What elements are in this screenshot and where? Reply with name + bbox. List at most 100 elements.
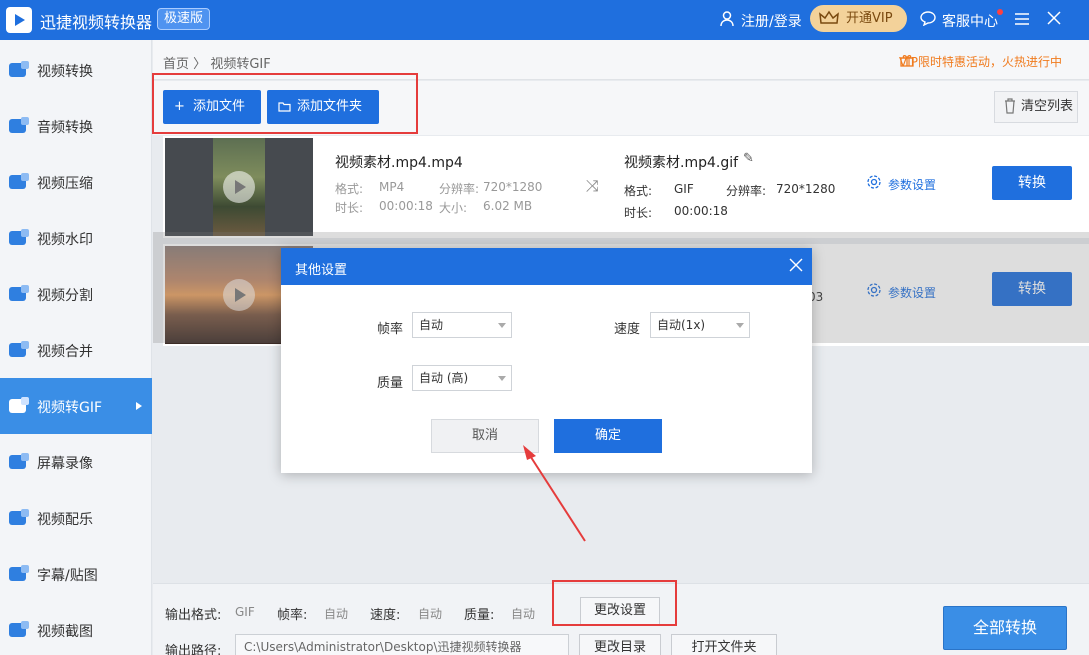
highlight-box bbox=[552, 580, 677, 626]
change-directory-button[interactable]: 更改目录 bbox=[579, 634, 661, 655]
confirm-button[interactable]: 确定 bbox=[554, 419, 662, 453]
crown-icon bbox=[819, 10, 839, 24]
service-center-link[interactable]: 客服中心 bbox=[942, 11, 998, 31]
play-icon[interactable] bbox=[223, 171, 255, 203]
output-resolution: 720*1280 bbox=[776, 182, 836, 196]
sidebar-item[interactable]: 视频转GIF bbox=[0, 378, 152, 434]
chevron-down-icon bbox=[498, 376, 506, 381]
subtitle-sticker-icon bbox=[8, 564, 30, 584]
output-filename: 视频素材.mp4.gif bbox=[624, 155, 739, 171]
edition-badge: 极速版 bbox=[157, 8, 211, 30]
sidebar-item-label: 视频截图 bbox=[37, 624, 93, 640]
sidebar-item[interactable]: 视频截图 bbox=[0, 602, 152, 655]
menu-icon[interactable] bbox=[1014, 12, 1030, 26]
quality-select[interactable]: 自动 (高) bbox=[412, 365, 512, 391]
dialog-header: 其他设置 bbox=[281, 248, 812, 285]
convert-all-button[interactable]: 全部转换 bbox=[943, 606, 1067, 650]
fps-label: 帧率: bbox=[277, 608, 308, 623]
other-settings-dialog: 其他设置 帧率 自动 速度 自动(1x) 质量 自动 (高) 取消 确定 bbox=[281, 248, 812, 473]
source-resolution: 720*1280 bbox=[483, 180, 543, 194]
video-split-icon bbox=[8, 284, 30, 304]
chevron-right-icon bbox=[136, 402, 142, 410]
breadcrumb: 首页 〉 视频转GIF bbox=[163, 53, 271, 72]
fps-select[interactable]: 自动 bbox=[412, 312, 512, 338]
sidebar-item-label: 字幕/贴图 bbox=[37, 568, 98, 584]
fps-value: 自动 bbox=[324, 607, 349, 621]
output-duration: 00:00:18 bbox=[674, 204, 728, 218]
open-folder-button[interactable]: 打开文件夹 bbox=[671, 634, 777, 655]
sidebar-item-label: 视频转换 bbox=[37, 64, 93, 80]
sidebar: 视频转换音频转换视频压缩视频水印视频分割视频合并视频转GIF 屏幕录像视频配乐字幕… bbox=[0, 40, 152, 655]
sidebar-item-label: 视频转GIF bbox=[37, 400, 103, 416]
chat-icon[interactable] bbox=[920, 11, 936, 26]
video-gif-icon bbox=[8, 396, 30, 416]
clear-list-button[interactable]: 清空列表 bbox=[994, 91, 1078, 123]
source-duration-label: 时长: bbox=[335, 201, 364, 215]
chevron-down-icon bbox=[498, 323, 506, 328]
title-bar: 迅捷视频转换器 极速版 注册/登录 开通VIP 客服中心 bbox=[0, 0, 1089, 40]
param-settings-label: 参数设置 bbox=[888, 178, 937, 192]
video-convert-icon bbox=[8, 60, 30, 80]
quality-value: 自动 bbox=[511, 607, 536, 621]
sidebar-item[interactable]: 视频压缩 bbox=[0, 154, 152, 210]
speed-select-value: 自动(1x) bbox=[657, 318, 706, 332]
sidebar-item[interactable]: 字幕/贴图 bbox=[0, 546, 152, 602]
trash-icon bbox=[1005, 98, 1015, 114]
notification-dot bbox=[997, 9, 1003, 15]
output-format-label: 格式: bbox=[624, 184, 653, 198]
sidebar-item[interactable]: 视频合并 bbox=[0, 322, 152, 378]
screen-record-icon bbox=[8, 452, 30, 472]
sidebar-item[interactable]: 视频转换 bbox=[0, 42, 152, 98]
promo-text: VIP限时特惠活动，火热进行中 bbox=[899, 55, 1062, 69]
user-icon[interactable] bbox=[720, 11, 734, 27]
source-filename: 视频素材.mp4.mp4 bbox=[335, 155, 463, 171]
vip-button[interactable]: 开通VIP bbox=[810, 5, 907, 32]
promo-link[interactable]: VIP限时特惠活动，火热进行中 bbox=[899, 53, 1089, 70]
speed-select[interactable]: 自动(1x) bbox=[650, 312, 750, 338]
output-format-label: 输出格式: bbox=[165, 608, 222, 623]
pencil-icon[interactable]: ✎ bbox=[743, 151, 754, 166]
cancel-button[interactable]: 取消 bbox=[431, 419, 539, 453]
gift-icon bbox=[900, 55, 914, 67]
vip-label: 开通VIP bbox=[846, 11, 893, 26]
output-res-label: 分辨率: bbox=[726, 184, 767, 198]
fps-select-value: 自动 bbox=[419, 318, 444, 332]
video-merge-icon bbox=[8, 340, 30, 360]
sidebar-item[interactable]: 视频水印 bbox=[0, 210, 152, 266]
clear-list-label: 清空列表 bbox=[1021, 99, 1074, 114]
sidebar-item-label: 音频转换 bbox=[37, 120, 93, 136]
quality-label: 质量: bbox=[464, 608, 495, 623]
video-compress-icon bbox=[8, 172, 30, 192]
video-thumbnail[interactable] bbox=[165, 138, 313, 236]
gear-icon bbox=[867, 175, 881, 189]
breadcrumb-current: 视频转GIF bbox=[210, 57, 271, 72]
sidebar-item[interactable]: 视频分割 bbox=[0, 266, 152, 322]
convert-button[interactable]: 转换 bbox=[992, 166, 1072, 200]
output-path-field[interactable]: C:\Users\Administrator\Desktop\迅捷视频转换器 bbox=[235, 634, 569, 655]
breadcrumb-separator: 〉 bbox=[193, 57, 207, 72]
app-logo-icon bbox=[6, 7, 32, 33]
source-duration: 00:00:18 bbox=[379, 199, 433, 213]
sidebar-item-label: 视频分割 bbox=[37, 288, 93, 304]
login-link[interactable]: 注册/登录 bbox=[741, 11, 802, 31]
sidebar-item-label: 视频压缩 bbox=[37, 176, 93, 192]
file-row: 视频素材.mp4.mp4 格式: MP4 分辨率: 720*1280 时长: 0… bbox=[163, 136, 1089, 238]
sidebar-item-label: 视频水印 bbox=[37, 232, 93, 248]
close-icon[interactable] bbox=[789, 258, 803, 272]
fps-label: 帧率 bbox=[377, 322, 404, 337]
speed-label: 速度: bbox=[370, 608, 401, 623]
sidebar-item-label: 视频配乐 bbox=[37, 512, 93, 528]
source-size: 6.02 MB bbox=[483, 199, 533, 213]
source-res-label: 分辨率: bbox=[439, 182, 480, 196]
chevron-down-icon bbox=[736, 323, 744, 328]
sidebar-item[interactable]: 屏幕录像 bbox=[0, 434, 152, 490]
audio-convert-icon bbox=[8, 116, 30, 136]
output-format-value: GIF bbox=[235, 605, 255, 619]
sidebar-item[interactable]: 视频配乐 bbox=[0, 490, 152, 546]
source-format: MP4 bbox=[379, 180, 405, 194]
sidebar-item[interactable]: 音频转换 bbox=[0, 98, 152, 154]
output-path-label: 输出路径: bbox=[165, 644, 222, 655]
breadcrumb-home[interactable]: 首页 bbox=[163, 57, 189, 72]
dialog-title: 其他设置 bbox=[295, 263, 348, 278]
close-window-icon[interactable] bbox=[1046, 10, 1062, 26]
